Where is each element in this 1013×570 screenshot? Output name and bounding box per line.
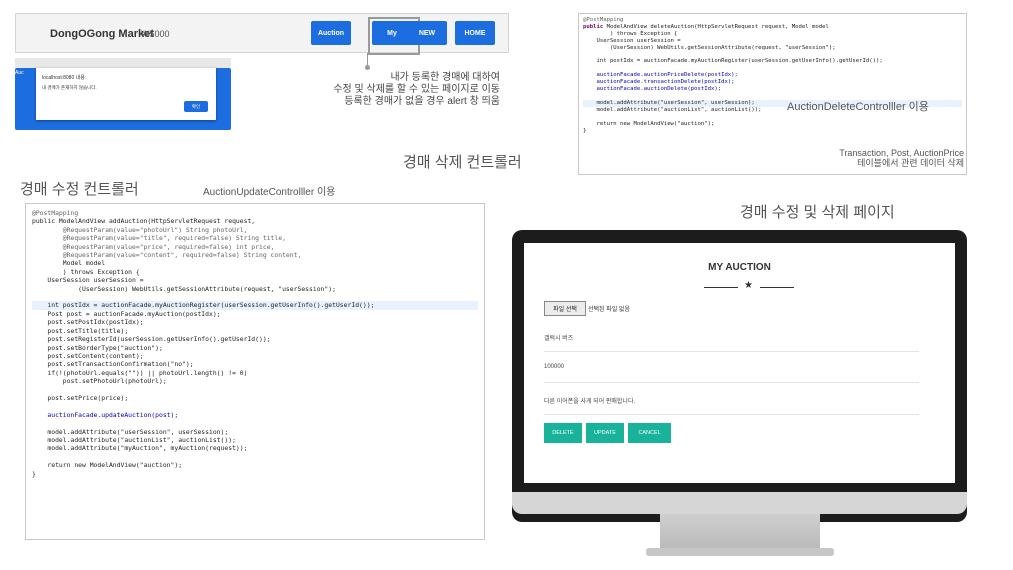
price-field[interactable]: 100000 xyxy=(544,354,919,383)
note-line: 테이블에서 관련 데이터 삭제 xyxy=(857,158,964,168)
update-controller-caption: 경매 수정 컨트롤러 xyxy=(20,181,139,198)
alert-dialog: localhost:8080 내용: 내 경매가 존재하지 않습니다. 확인 xyxy=(36,68,216,120)
monitor-chin xyxy=(512,492,967,514)
delete-tables-note: Transaction, Post, AuctionPrice 테이블에서 관련… xyxy=(804,148,964,168)
screen-title: MY AUCTION xyxy=(708,262,771,273)
my-page-note: 내가 등록한 경매에 대하여 수정 및 삭제를 할 수 있는 페이지로 이동 등… xyxy=(250,72,500,108)
update-code-block: @PostMapping public ModelAndView addAuct… xyxy=(26,204,484,483)
alert-title: localhost:8080 내용: xyxy=(42,75,87,81)
nav-home-button[interactable]: HOME xyxy=(455,21,495,45)
cancel-button[interactable]: CANCEL xyxy=(628,423,671,443)
content-field[interactable]: 다른 이어폰을 사게 되어 판매합니다. xyxy=(544,386,919,415)
market-navbar: DongOGong Market ₩5000 Auction My NEW HO… xyxy=(15,13,509,55)
title-field[interactable]: 갤럭시 버즈 xyxy=(544,323,919,352)
star-icon: ★ xyxy=(744,280,753,291)
alert-ok-button[interactable]: 확인 xyxy=(184,101,208,112)
alert-tab-label: Auc xyxy=(15,70,24,76)
delete-controller-note: AuctionDeleteControlller 이용 xyxy=(787,101,929,113)
update-controller-code: @PostMapping public ModelAndView addAuct… xyxy=(25,203,485,540)
delete-controller-code: @PostMapping public ModelAndView deleteA… xyxy=(578,13,967,175)
title-divider-right xyxy=(760,287,794,288)
delete-code-block: @PostMapping public ModelAndView deleteA… xyxy=(579,14,966,137)
connector-dot xyxy=(365,65,370,70)
file-status: 선택된 파일 없음 xyxy=(588,307,630,313)
balance-label: ₩5000 xyxy=(141,29,170,39)
update-controller-note: AuctionUpdateControlller 이용 xyxy=(203,187,336,198)
price-field-value: 100000 xyxy=(544,364,565,370)
nav-new-button[interactable]: NEW xyxy=(407,21,447,45)
note-line: 수정 및 삭제를 할 수 있는 페이지로 이동 xyxy=(333,84,500,95)
note-line: 내가 등록한 경매에 대하여 xyxy=(390,72,500,83)
page-caption: 경매 수정 및 삭제 페이지 xyxy=(740,204,895,221)
note-line: Transaction, Post, AuctionPrice xyxy=(839,148,964,158)
note-line: 등록한 경매가 없을 경우 alert 창 띄움 xyxy=(344,96,500,107)
monitor-base xyxy=(646,548,834,556)
file-select-button[interactable]: 파일 선택 xyxy=(544,301,586,316)
nav-auction-button[interactable]: Auction xyxy=(311,21,351,45)
alert-message: 내 경매가 존재하지 않습니다. xyxy=(42,85,97,90)
update-button[interactable]: UPDATE xyxy=(586,423,624,443)
monitor-stand xyxy=(660,514,820,550)
browser-bar xyxy=(15,58,231,68)
content-field-value: 다른 이어폰을 사게 되어 판매합니다. xyxy=(544,399,636,405)
delete-controller-caption: 경매 삭제 컨트롤러 xyxy=(403,154,522,171)
auction-edit-screen: MY AUCTION ★ 파일 선택 선택된 파일 없음 갤럭시 버즈 1000… xyxy=(524,243,955,483)
delete-button[interactable]: DELETE xyxy=(544,423,582,443)
title-divider-left xyxy=(704,287,738,288)
title-field-value: 갤럭시 버즈 xyxy=(544,336,574,342)
brand-title: DongOGong Market xyxy=(50,28,154,40)
nav-my-button[interactable]: My xyxy=(372,21,412,45)
